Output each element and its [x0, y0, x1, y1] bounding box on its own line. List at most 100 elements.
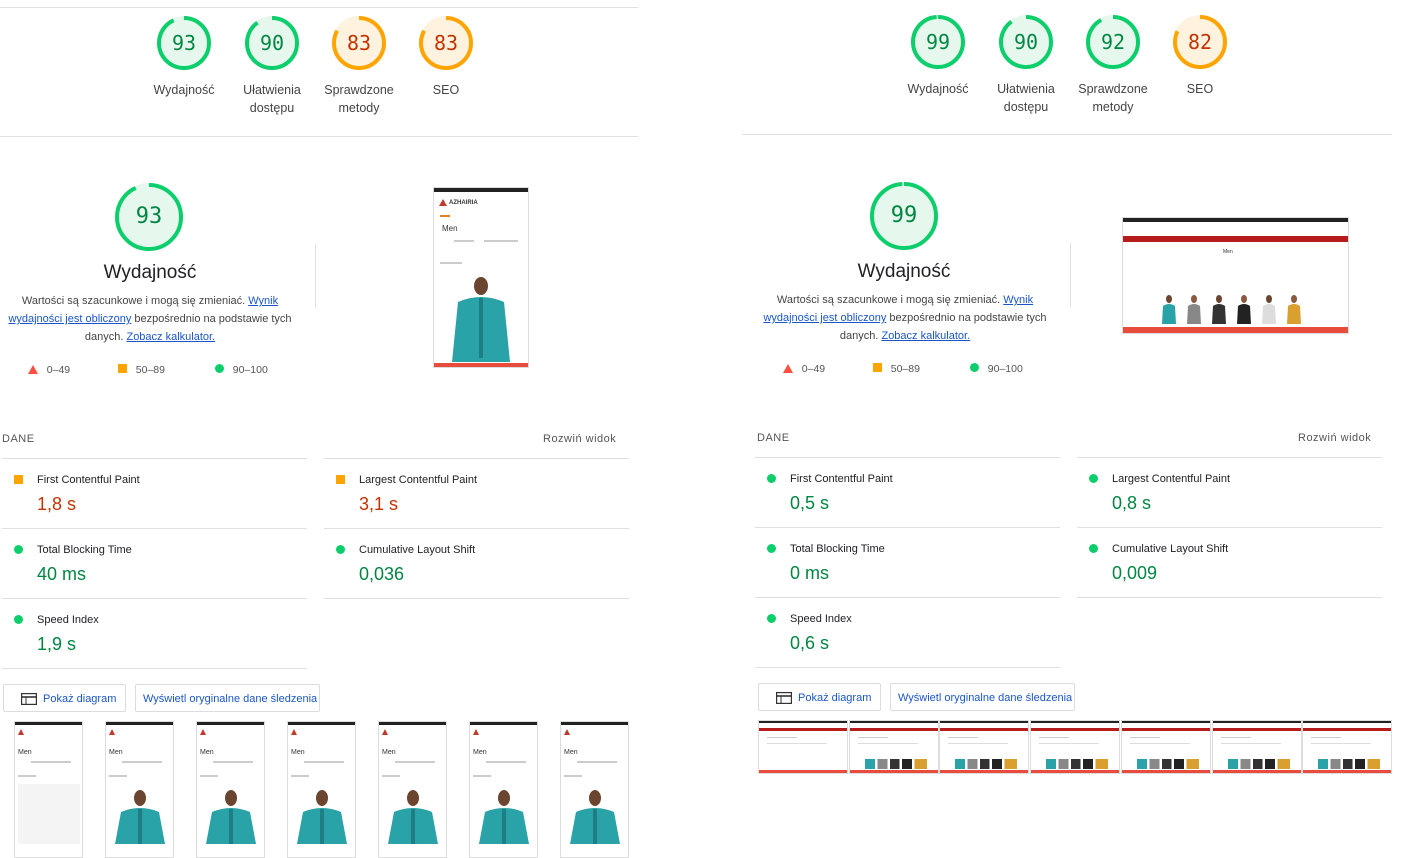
filmstrip-frame[interactable]	[1302, 720, 1393, 774]
metric-name: Total Blocking Time	[790, 543, 885, 555]
filmstrip-frame[interactable]: Men	[560, 721, 629, 858]
metric-name: Largest Contentful Paint	[1112, 473, 1231, 485]
score-gauge[interactable]: 90 Ułatwienia dostępu	[242, 15, 302, 115]
preview-brand: AZHAIRIA	[449, 200, 478, 206]
score-value: 83	[346, 31, 372, 55]
filmstrip-frame[interactable]: Men	[378, 721, 447, 858]
filmstrip-frame[interactable]: Men	[105, 721, 174, 858]
filmstrip-frame[interactable]	[1120, 720, 1211, 774]
legend-average-label: 50–89	[890, 363, 920, 375]
legend-pass-label: 90–100	[987, 363, 1023, 375]
score-value: 90	[1013, 30, 1039, 54]
filmstrip-frame[interactable]	[1030, 720, 1121, 774]
divider	[1077, 597, 1382, 598]
top-divider	[0, 7, 638, 8]
metric-name: Cumulative Layout Shift	[359, 544, 476, 556]
report-right: 99 Wydajność 90 Ułatwienia dostępu 92 Sprawdz…	[742, 0, 1393, 858]
legend-fail: 0–49	[28, 364, 70, 376]
score-value: 93	[171, 31, 197, 55]
score-label: Sprawdzone metody	[1078, 82, 1148, 114]
performance-score: 93	[135, 204, 163, 229]
filmstrip-frame[interactable]	[1211, 720, 1302, 774]
filmstrip-frame[interactable]: Men	[287, 721, 356, 858]
product-image	[206, 790, 256, 844]
filmstrip-frame[interactable]	[848, 720, 939, 774]
filmstrip-frame[interactable]: Men	[196, 721, 265, 858]
final-screenshot[interactable]: Men	[1122, 217, 1349, 334]
square-icon	[14, 475, 23, 484]
performance-description: Wartości są szacunkowe i mogą się zmieni…	[760, 291, 1050, 345]
metric-item: Total Blocking Time 0 ms	[755, 527, 1060, 597]
score-label: Wydajność	[153, 83, 215, 97]
show-diagram-button[interactable]: Pokaż diagram	[3, 684, 126, 712]
metric-item: Speed Index 0,6 s	[755, 597, 1060, 667]
expand-view-toggle[interactable]: Rozwiń widok	[543, 433, 616, 445]
product-image	[479, 790, 529, 844]
expand-view-toggle[interactable]: Rozwiń widok	[1298, 432, 1371, 444]
score-label: Sprawdzone metody	[324, 83, 394, 115]
view-trace-label: Wyświetl oryginalne dane śledzenia	[143, 693, 318, 705]
brand-logo-icon	[439, 199, 447, 206]
product-image	[297, 790, 347, 844]
divider	[0, 136, 638, 137]
metric-value: 0,6 s	[790, 633, 830, 653]
performance-score: 99	[890, 203, 918, 228]
score-value: 92	[1100, 30, 1126, 54]
performance-title: Wydajność	[857, 261, 951, 282]
filmstrip-frame[interactable]: Men	[14, 721, 83, 858]
legend-fail-label: 0–49	[801, 363, 826, 375]
metric-item: Total Blocking Time 40 ms	[2, 528, 307, 598]
metric-name: Cumulative Layout Shift	[1112, 543, 1229, 555]
filmstrip-frame[interactable]	[758, 720, 848, 774]
metrics-heading: DANE	[757, 432, 790, 444]
triangle-icon	[783, 364, 793, 373]
score-gauge[interactable]: 83 Sprawdzone metody	[324, 15, 394, 115]
legend-average: 50–89	[118, 364, 165, 376]
score-gauge[interactable]: 99 Wydajność	[907, 14, 969, 96]
table-icon	[21, 693, 37, 705]
score-value: 99	[925, 30, 951, 54]
product-image	[388, 790, 438, 844]
table-icon	[776, 692, 792, 704]
score-gauge[interactable]: 90 Ułatwienia dostępu	[996, 14, 1056, 114]
metric-name: Total Blocking Time	[37, 544, 132, 556]
performance-title: Wydajność	[103, 262, 197, 283]
divider	[742, 134, 1392, 135]
divider	[755, 667, 1060, 668]
show-diagram-button[interactable]: Pokaż diagram	[758, 683, 881, 711]
score-gauge[interactable]: 82 SEO	[1170, 14, 1230, 96]
show-diagram-label: Pokaż diagram	[798, 692, 872, 704]
score-gauge[interactable]: 93 Wydajność	[153, 15, 215, 97]
view-trace-button[interactable]: Wyświetl oryginalne dane śledzenia	[890, 683, 1075, 711]
frame-heading: Men	[18, 749, 32, 756]
circle-icon	[1089, 474, 1098, 483]
circle-icon	[336, 545, 345, 554]
filmstrip-frame[interactable]	[939, 720, 1030, 774]
divider	[2, 668, 307, 669]
legend-fail-label: 0–49	[46, 364, 71, 376]
triangle-icon	[28, 365, 38, 374]
view-trace-button[interactable]: Wyświetl oryginalne dane śledzenia	[135, 684, 320, 712]
metric-value: 1,9 s	[37, 634, 77, 654]
legend-pass: 90–100	[970, 363, 1023, 375]
metric-name: First Contentful Paint	[37, 474, 140, 486]
preview-heading: Men	[1223, 249, 1233, 255]
score-gauge[interactable]: 83 SEO	[416, 15, 476, 97]
metric-value: 1,8 s	[37, 494, 77, 514]
preview-heading: Men	[442, 224, 458, 233]
score-gauge[interactable]: 92 Sprawdzone metody	[1078, 14, 1148, 114]
divider	[324, 598, 629, 599]
calculator-link[interactable]: Zobacz kalkulator.	[881, 330, 970, 342]
square-icon	[873, 363, 882, 372]
circle-icon	[14, 545, 23, 554]
filmstrip-frame[interactable]: Men	[469, 721, 538, 858]
metric-name: First Contentful Paint	[790, 473, 893, 485]
metric-value: 0,036	[359, 564, 405, 584]
view-trace-label: Wyświetl oryginalne dane śledzenia	[898, 692, 1073, 704]
metric-name: Speed Index	[37, 614, 99, 626]
calculator-link[interactable]: Zobacz kalkulator.	[126, 331, 215, 343]
frame-heading: Men	[473, 749, 487, 756]
metric-value: 0,009	[1112, 563, 1158, 583]
final-screenshot[interactable]: AZHAIRIA Men	[433, 187, 529, 368]
metric-item: Largest Contentful Paint 0,8 s	[1077, 457, 1382, 527]
